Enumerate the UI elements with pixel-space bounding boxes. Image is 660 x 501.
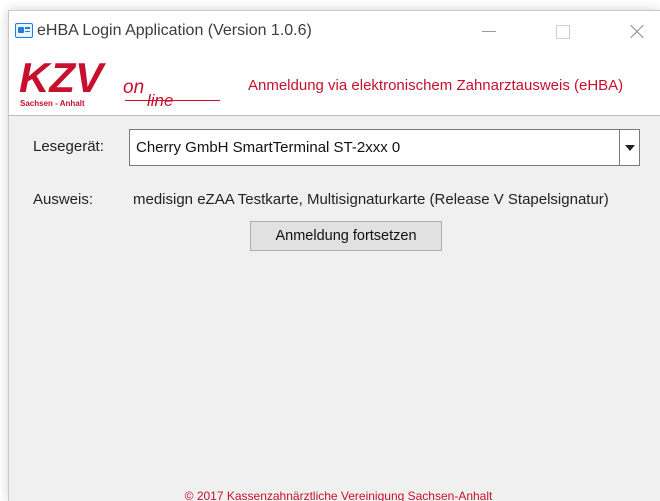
logo-subtitle: Sachsen - Anhalt <box>20 99 85 108</box>
header-banner: KZV Sachsen - Anhalt on line Anmeldung v… <box>9 51 660 115</box>
kzv-logo-letters: KZV <box>19 55 106 97</box>
title-bar[interactable]: eHBA Login Application (Version 1.0.6) <box>9 11 660 51</box>
header-divider <box>9 115 660 116</box>
card-value: medisign eZAA Testkarte, Multisignaturka… <box>133 191 609 208</box>
reader-select-value: Cherry GmbH SmartTerminal ST-2xxx 0 <box>136 139 401 156</box>
footer-copyright: © 2017 Kassenzahnärztliche Vereinigung S… <box>184 489 493 501</box>
login-window: eHBA Login Application (Version 1.0.6) K… <box>8 10 660 501</box>
reader-label: Lesegerät: <box>33 138 104 155</box>
page-headline: Anmeldung via elektronischem Zahnarztaus… <box>248 77 624 94</box>
logo-on-text: on <box>123 77 145 98</box>
continue-login-button[interactable]: Anmeldung fortsetzen <box>250 221 442 251</box>
reader-select[interactable]: Cherry GmbH SmartTerminal ST-2xxx 0 <box>129 129 640 166</box>
login-app-icon <box>15 23 33 38</box>
minimize-button[interactable] <box>466 11 512 51</box>
close-button[interactable] <box>613 11 659 51</box>
window-title: eHBA Login Application (Version 1.0.6) <box>37 22 312 39</box>
kzv-logo: KZV Sachsen - Anhalt on line <box>19 55 220 115</box>
maximize-button[interactable] <box>539 11 585 51</box>
card-label: Ausweis: <box>33 191 94 208</box>
logo-line-text: line <box>147 91 174 110</box>
chevron-down-icon[interactable] <box>619 130 639 165</box>
svg-text:KZV: KZV <box>19 55 106 97</box>
